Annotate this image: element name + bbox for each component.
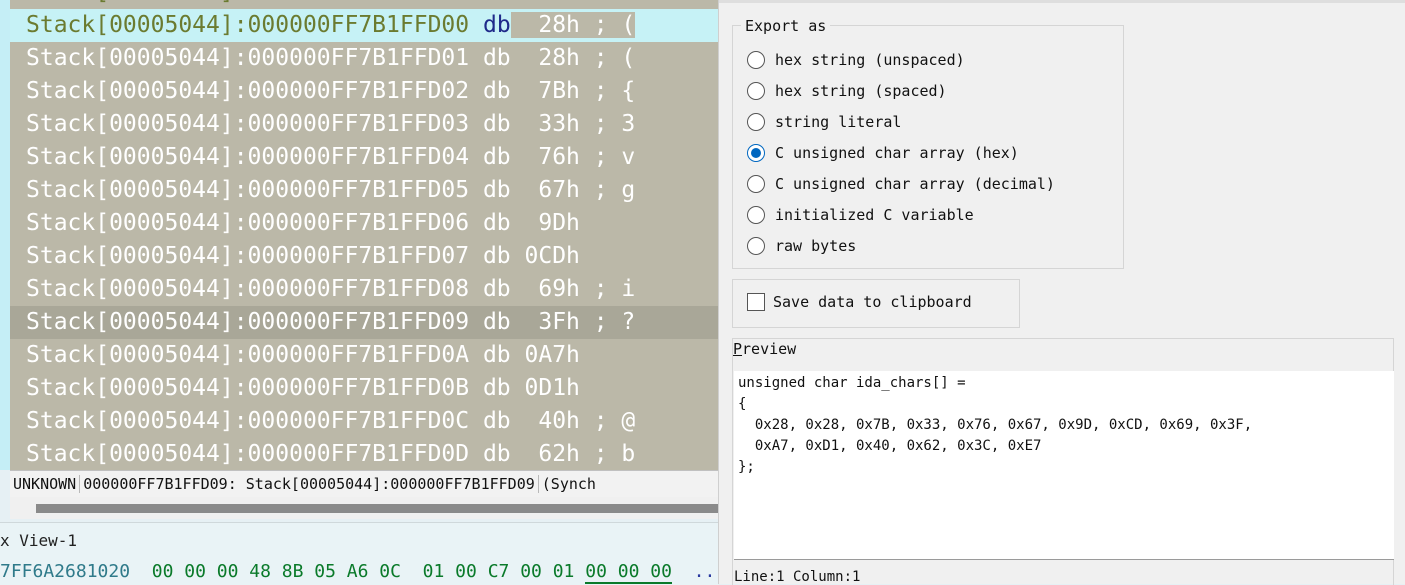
disasm-row[interactable]: Stack[00005044]:000000FF7B1FFD0D db 62h … [10,438,718,470]
export-as-group: Export as hex string (unspaced) hex stri… [732,17,1124,269]
radio-hex-unspaced[interactable]: hex string (unspaced) [747,49,965,71]
disasm-row[interactable]: Stack[00005044]:000000FF7B1FFD0B db 0D1h [10,372,718,405]
radio-circle[interactable] [747,237,765,255]
hex-bytes-highlight: 00 00 00 [585,561,672,584]
hex-bytes-first: 00 00 00 48 8B 05 A6 0C [151,561,401,582]
horizontal-scrollbar[interactable] [10,497,726,519]
radio-label[interactable]: string literal [775,113,901,131]
radio-circle[interactable] [747,82,765,100]
radio-initialized-c-variable[interactable]: initialized C variable [747,204,974,226]
hex-bytes-second: 01 00 C7 00 01 [422,561,586,582]
disasm-row[interactable]: Stack[00005044]:000000FF7B1FFD06 db 9Dh [10,207,718,240]
export-data-dialog: Export as hex string (unspaced) hex stri… [718,0,1405,585]
disasm-row[interactable]: Stack[00005044]:000000FF7B1FFD05 db 67h … [10,174,718,207]
radio-hex-spaced[interactable]: hex string (spaced) [747,80,947,102]
disasm-address: Stack[00005044]:000000FF7B1FFD00 [26,12,483,38]
disasm-row[interactable]: Stack[00005044]:000000FF7B1FFD01 db 28h … [10,42,718,75]
radio-c-array-hex[interactable]: C unsigned char array (hex) [747,142,1019,164]
radio-raw-bytes[interactable]: raw bytes [747,235,856,257]
disasm-row[interactable]: Stack[00005044]:000000FF7B1FFD07 db 0CDh [10,240,718,273]
hex-row[interactable]: 7FF6A2681020 00 00 00 48 8B 05 A6 0C 01 … [0,561,726,584]
checkbox-label[interactable]: Save data to clipboard [773,293,972,311]
disasm-row[interactable]: Stack[00005044]:000000FF7B1FFCFF db 0 [10,0,718,9]
preview-label: Preview [733,340,796,358]
radio-circle-checked[interactable] [747,144,765,162]
status-sync-state: (Synch [541,475,596,493]
checkbox-box[interactable] [747,293,765,311]
disassembly-view[interactable]: Stack[00005044]:000000FF7B1FFCFF db 0 St… [0,0,718,470]
disassembly-status-bar: UNKNOWN 000000FF7B1FFD09: Stack[00005044]… [10,470,718,497]
radio-label[interactable]: initialized C variable [775,206,974,224]
export-as-legend: Export as [741,17,831,35]
radio-label[interactable]: raw bytes [775,237,856,255]
preview-group: Preview unsigned char ida_chars[] = { 0x… [732,338,1394,585]
preview-cursor-position: Line:1 Column:1 [734,569,861,585]
radio-label[interactable]: C unsigned char array (decimal) [775,175,1055,193]
scrollbar-thumb[interactable] [36,504,726,513]
radio-circle[interactable] [747,206,765,224]
disasm-row-current[interactable]: Stack[00005044]:000000FF7B1FFD00 db 28h … [10,9,718,42]
disassembly-gutter [0,0,10,470]
disasm-row[interactable]: Stack[00005044]:000000FF7B1FFD08 db 69h … [10,273,718,306]
hex-view-panel[interactable]: x View-1 7FF6A2681020 00 00 00 48 8B 05 … [0,522,726,585]
disasm-selected-operand: 28h ; ( [510,12,636,38]
radio-label[interactable]: hex string (spaced) [775,82,947,100]
radio-circle[interactable] [747,113,765,131]
radio-label[interactable]: C unsigned char array (hex) [775,144,1019,162]
hex-view-title[interactable]: x View-1 [0,531,77,550]
disasm-row[interactable]: Stack[00005044]:000000FF7B1FFD0C db 40h … [10,405,718,438]
preview-textarea[interactable]: unsigned char ida_chars[] = { 0x28, 0x28… [734,371,1394,560]
status-location: 000000FF7B1FFD09: Stack[00005044]:000000… [80,475,539,493]
preview-label-mnemonic: P [733,340,743,358]
disasm-row[interactable]: Stack[00005044]:000000FF7B1FFD02 db 7Bh … [10,75,718,108]
radio-circle[interactable] [747,175,765,193]
save-to-clipboard-checkbox[interactable]: Save data to clipboard [747,293,972,311]
status-segment: UNKNOWN [10,475,81,493]
disasm-row[interactable]: Stack[00005044]:000000FF7B1FFD04 db 76h … [10,141,718,174]
disasm-mnemonic: db [482,12,511,38]
disasm-row[interactable]: Stack[00005044]:000000FF7B1FFD0A db 0A7h [10,339,718,372]
radio-string-literal[interactable]: string literal [747,111,901,133]
disasm-row[interactable]: Stack[00005044]:000000FF7B1FFD03 db 33h … [10,108,718,141]
hex-address: 7FF6A2681020 [0,561,131,582]
radio-circle[interactable] [747,51,765,69]
disasm-row-hovered[interactable]: Stack[00005044]:000000FF7B1FFD09 db 3Fh … [10,306,718,339]
preview-label-rest: review [742,340,797,358]
radio-label[interactable]: hex string (unspaced) [775,51,965,69]
radio-c-array-decimal[interactable]: C unsigned char array (decimal) [747,173,1055,195]
dialog-top-edge [719,0,1405,3]
clipboard-group: Save data to clipboard [732,279,1020,328]
